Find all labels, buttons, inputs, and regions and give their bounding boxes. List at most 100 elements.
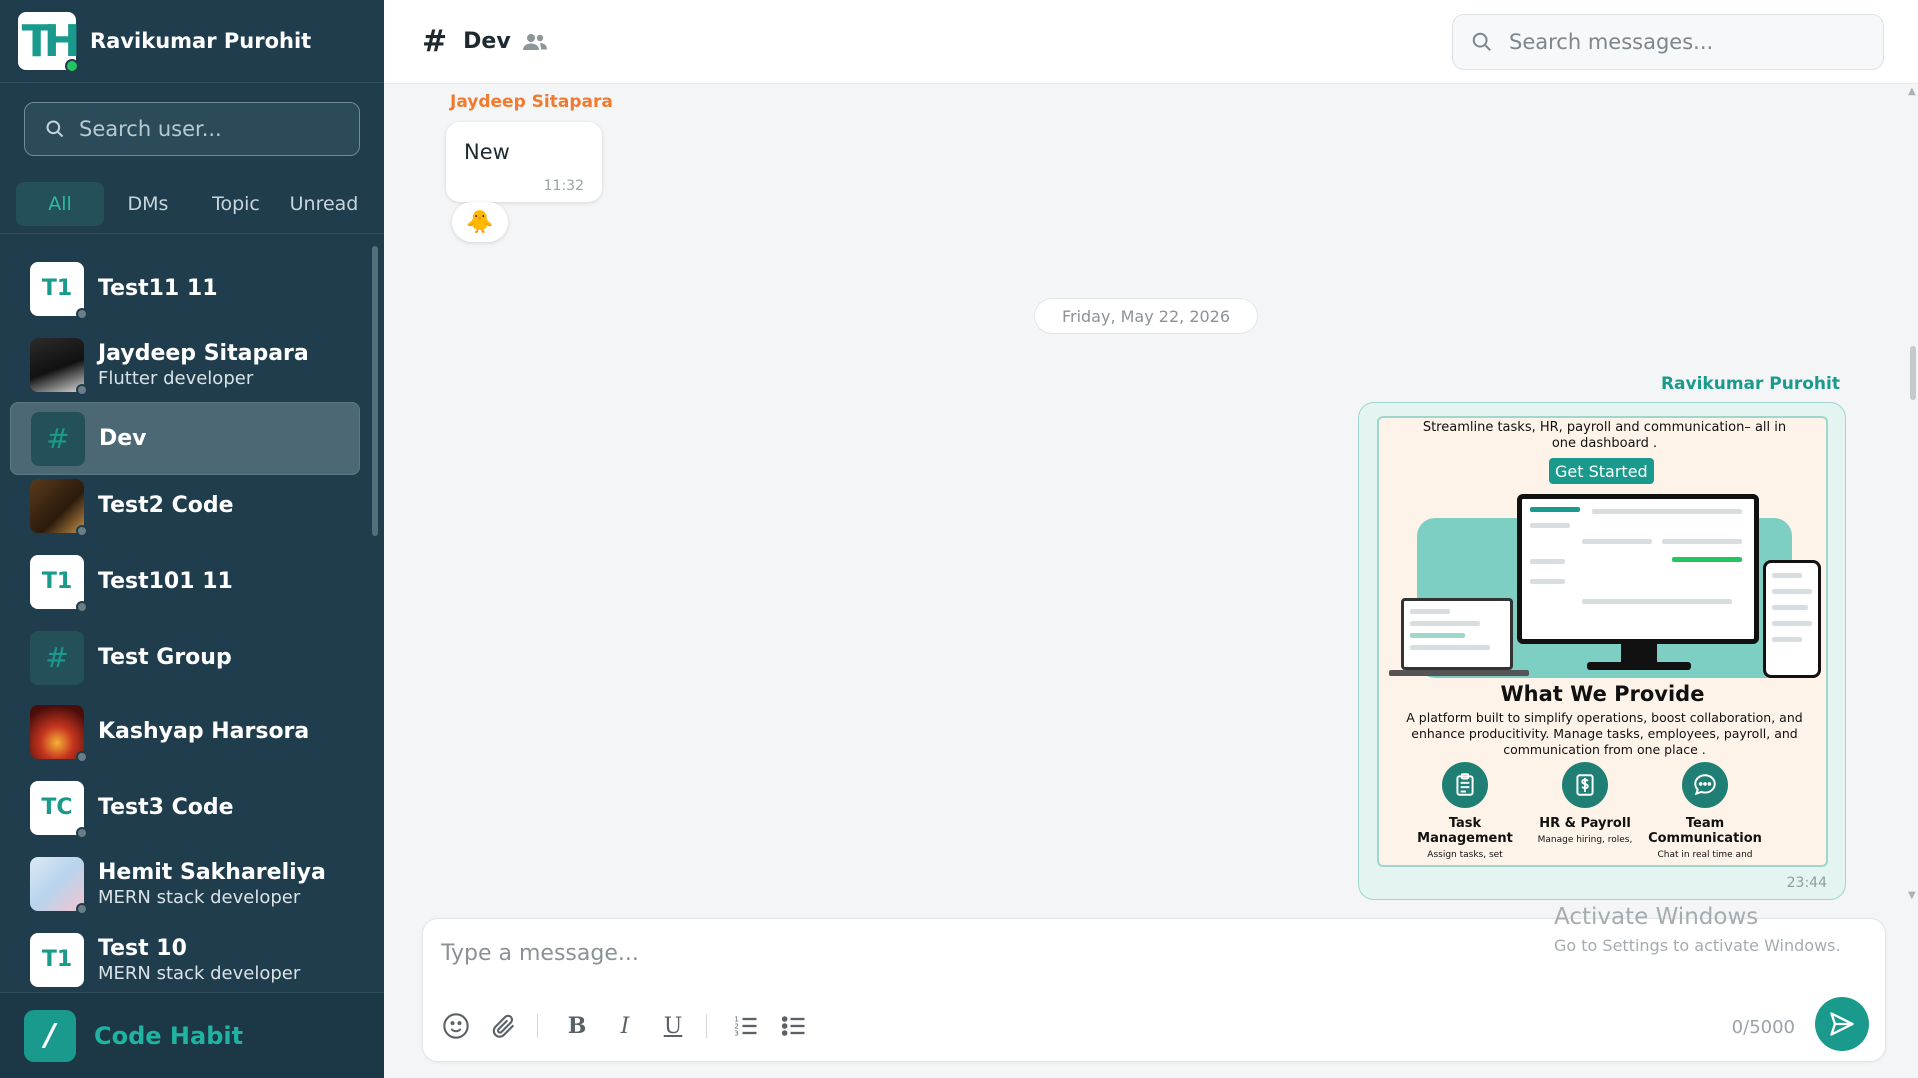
chat-item-test101[interactable]: T1 Test101 11 [10, 545, 360, 618]
status-dot [76, 826, 88, 839]
channel-title: Dev [463, 29, 511, 54]
avatar-initials: T1 [41, 569, 73, 594]
avatar [30, 856, 88, 915]
chat-subtitle: Flutter developer [98, 367, 254, 389]
chat-subtitle: MERN stack developer [98, 886, 301, 908]
sidebar-header: TH Ravikumar Purohit [0, 0, 384, 83]
promo-get-started: Get Started [1549, 458, 1654, 484]
watermark-subtitle: Go to Settings to activate Windows. [1554, 936, 1841, 955]
hash-glyph: # [45, 641, 69, 674]
underline-button[interactable]: U [658, 1011, 688, 1041]
filter-all[interactable]: All [16, 182, 104, 226]
laptop-base [1389, 670, 1529, 676]
message-input[interactable] [441, 941, 1541, 981]
chat-item-kashyap[interactable]: Kashyap Harsora [10, 695, 360, 768]
chat-item-test3-code[interactable]: TC Test3 Code [10, 771, 360, 844]
chat-item-test2-code[interactable]: Test2 Code [10, 469, 360, 542]
chat-name: Test 10 [98, 935, 187, 961]
message-bubble-own[interactable]: Streamline tasks, HR, payroll and commun… [1358, 402, 1846, 900]
bullet-list-icon [781, 1016, 805, 1036]
clipboard-icon [1442, 762, 1488, 808]
app-logo[interactable]: TH [18, 12, 81, 73]
status-dot [76, 524, 88, 537]
reaction-emoji: 🐥 [466, 209, 494, 235]
sidebar-scrollbar[interactable] [372, 246, 378, 536]
feature-hr-payroll: HR & Payroll Manage hiring, roles, [1525, 762, 1645, 845]
chat-name: Test Group [98, 645, 232, 670]
chat-name: Test11 11 [98, 276, 218, 301]
promo-heading: What We Provide [1500, 682, 1705, 706]
chat-scrollbar[interactable] [1910, 346, 1916, 400]
chat-list: T1 Test11 11 Jaydeep Sitapara Flutter dev… [0, 244, 384, 992]
scroll-down-arrow-icon[interactable]: ▼ [1908, 890, 1916, 901]
promo-tagline: Streamline tasks, HR, payroll and commun… [1422, 420, 1787, 451]
bold-button[interactable]: B [562, 1011, 592, 1041]
promo-image[interactable]: Streamline tasks, HR, payroll and commun… [1377, 416, 1828, 867]
smiley-icon [443, 1013, 469, 1039]
chat-item-test-group[interactable]: # Test Group [10, 621, 360, 694]
watermark-title: Activate Windows [1554, 904, 1759, 930]
feature-task-management: Task Management Assign tasks, set [1405, 762, 1525, 860]
brand-logo-icon: / [24, 1009, 76, 1062]
feature-team-communication: Team Communication Chat in real time and [1645, 762, 1765, 860]
channel-hash-icon: # [422, 24, 448, 59]
online-status-dot [65, 59, 79, 73]
status-dot [76, 307, 88, 320]
chat-name: Test3 Code [98, 795, 234, 820]
chat-name: Test2 Code [98, 493, 234, 518]
character-counter: 0/5000 [1731, 1017, 1795, 1038]
message-search-input[interactable] [1509, 30, 1869, 54]
chat-name: Dev [99, 426, 147, 451]
avatar-initials: T1 [41, 276, 73, 301]
date-divider: Friday, May 22, 2026 [1034, 298, 1258, 334]
feature-subtitle: Chat in real time and [1657, 850, 1753, 860]
chat-name: Hemit Sakhareliya [98, 859, 326, 885]
sidebar-footer: / Code Habit [0, 992, 384, 1078]
search-icon [1472, 32, 1491, 51]
avatar [30, 337, 88, 396]
sidebar: TH Ravikumar Purohit All DMs Topic Unrea… [0, 0, 384, 1078]
emoji-button[interactable] [441, 1011, 471, 1041]
toolbar-divider [537, 1014, 538, 1038]
chat-item-dev[interactable]: # Dev [10, 402, 360, 475]
send-icon [1830, 1012, 1854, 1036]
dollar-icon [1562, 762, 1608, 808]
send-button[interactable] [1815, 997, 1869, 1051]
members-icon[interactable] [522, 32, 547, 52]
logo-mark: TH [21, 15, 81, 67]
bullet-list-button[interactable] [779, 1011, 809, 1041]
status-dot [76, 902, 88, 915]
monitor-stand [1621, 644, 1657, 664]
message-bubble[interactable]: New 11:32 [446, 122, 602, 202]
current-user-name: Ravikumar Purohit [90, 29, 312, 53]
avatar-initials: TC [41, 795, 73, 820]
filter-topic[interactable]: Topic [192, 182, 280, 226]
chat-item-test10[interactable]: T1 Test 10 MERN stack developer [10, 923, 360, 992]
scroll-up-arrow-icon[interactable]: ▲ [1908, 86, 1916, 97]
user-search-input[interactable] [79, 117, 349, 141]
underline-glyph: U [663, 1013, 683, 1039]
message-time: 23:44 [1786, 875, 1827, 891]
user-search-box [24, 102, 360, 156]
monitor-illustration [1517, 494, 1759, 644]
avatar: T1 [30, 261, 88, 320]
filter-unread[interactable]: Unread [280, 182, 368, 226]
chat-item-test11[interactable]: T1 Test11 11 [10, 252, 360, 325]
message-reaction[interactable]: 🐥 [452, 202, 508, 242]
chat-item-jaydeep[interactable]: Jaydeep Sitapara Flutter developer [10, 328, 360, 401]
channel-hash-icon: # [31, 411, 85, 466]
avatar: TC [30, 780, 88, 839]
ordered-list-button[interactable]: 123 [731, 1011, 761, 1041]
chat-bubble-icon [1682, 762, 1728, 808]
italic-button[interactable]: I [610, 1011, 640, 1041]
message-time: 11:32 [543, 178, 584, 194]
filter-dms[interactable]: DMs [104, 182, 192, 226]
chat-item-hemit[interactable]: Hemit Sakhareliya MERN stack developer [10, 847, 360, 920]
avatar [30, 478, 88, 537]
italic-glyph: I [620, 1013, 630, 1039]
chat-name: Test101 11 [98, 569, 233, 594]
sidebar-divider [0, 233, 384, 234]
activate-windows-watermark: Activate Windows Go to Settings to activ… [1554, 904, 1841, 955]
channel-hash-icon: # [30, 630, 84, 685]
attach-button[interactable] [489, 1011, 519, 1041]
